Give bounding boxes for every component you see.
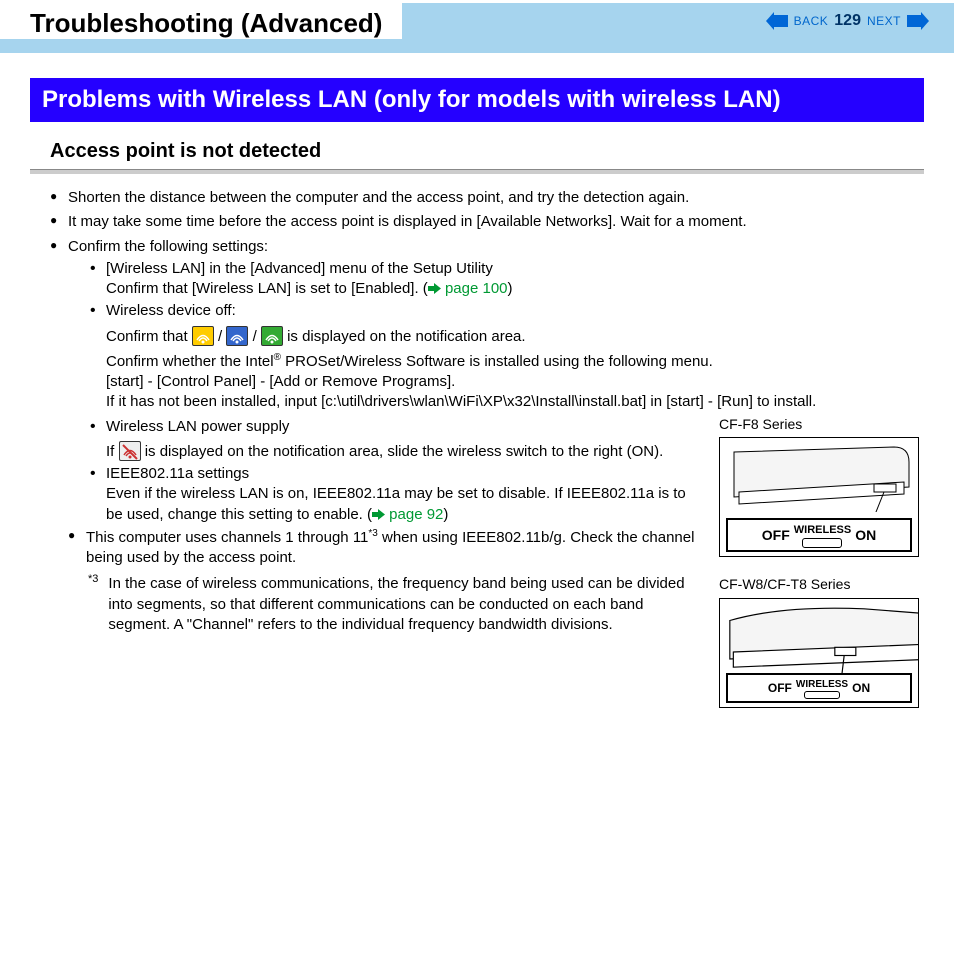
bullet-text: Confirm the following settings:	[68, 238, 268, 255]
bullet-text: This computer uses channels 1 through 11	[86, 529, 368, 546]
subsection-heading: Access point is not detected	[50, 140, 924, 163]
sub-text: Confirm whether the Intel	[106, 353, 274, 370]
page-link[interactable]: page 100	[441, 280, 508, 297]
bullet-item: Shorten the distance between the compute…	[50, 188, 924, 208]
footnote: *3 In the case of wireless communication…	[68, 574, 705, 635]
sub-text: Confirm that [Wireless LAN] is set to [E…	[106, 280, 428, 297]
footnote-mark: *3	[88, 572, 98, 633]
on-label: ON	[855, 526, 876, 545]
sub-item: IEEE802.11a settings Even if the wireles…	[90, 464, 705, 525]
sub-item: Wireless device off: Confirm that / / is…	[90, 301, 924, 412]
wifi-off-icon	[119, 441, 141, 461]
sub-text: If it has not been installed, input [c:\…	[106, 392, 924, 412]
footnote-text: In the case of wireless communications, …	[108, 574, 705, 635]
sub-text: )	[443, 506, 448, 523]
figure-cf-f8: OFF WIRELESS ON	[719, 437, 919, 557]
sub-text: Confirm that	[106, 328, 192, 345]
sub-text: )	[508, 280, 513, 297]
bullet-item: It may take some time before the access …	[50, 212, 924, 232]
back-arrow-icon[interactable]	[766, 12, 788, 30]
nav-strip: BACK 129 NEXT	[402, 3, 954, 39]
sub-text: Wireless device off:	[106, 302, 236, 319]
sub-text: IEEE802.11a settings	[106, 465, 249, 482]
on-label: ON	[852, 680, 870, 696]
section-banner: Problems with Wireless LAN (only for mod…	[30, 78, 924, 122]
divider	[30, 169, 924, 174]
figure-label: CF-F8 Series	[719, 415, 924, 434]
arrow-right-icon	[428, 280, 441, 291]
sub-text: is displayed on the notification area.	[287, 328, 525, 345]
bullet-item: This computer uses channels 1 through 11…	[68, 527, 705, 569]
page-link[interactable]: page 92	[385, 506, 443, 523]
arrow-right-icon	[372, 506, 385, 517]
sub-text: is displayed on the notification area, s…	[145, 443, 664, 460]
content-body: Shorten the distance between the compute…	[0, 188, 954, 760]
next-arrow-icon[interactable]	[907, 12, 929, 30]
registered-mark: ®	[274, 352, 281, 363]
page-number: 129	[834, 12, 861, 30]
off-label: OFF	[768, 680, 792, 696]
footnote-ref: *3	[368, 528, 377, 539]
wifi-green-icon	[261, 326, 283, 346]
next-link[interactable]: NEXT	[867, 14, 901, 28]
sub-text: [Wireless LAN] in the [Advanced] menu of…	[106, 260, 493, 277]
sub-text: Wireless LAN power supply	[106, 418, 289, 435]
wireless-label: WIRELESS	[796, 678, 848, 692]
page-title: Troubleshooting (Advanced)	[30, 8, 382, 39]
figure-cf-w8-t8: OFF WIRELESS ON	[719, 598, 919, 708]
sub-text: If	[106, 443, 119, 460]
sub-item: [Wireless LAN] in the [Advanced] menu of…	[90, 259, 924, 300]
figure-label: CF-W8/CF-T8 Series	[719, 575, 924, 594]
wifi-blue-icon	[226, 326, 248, 346]
sub-text: [start] - [Control Panel] - [Add or Remo…	[106, 372, 924, 392]
off-label: OFF	[762, 526, 790, 545]
sub-text: /	[218, 328, 226, 345]
wifi-yellow-icon	[192, 326, 214, 346]
back-link[interactable]: BACK	[794, 14, 829, 28]
sub-item: Wireless LAN power supply If is displaye…	[90, 417, 705, 463]
bullet-item: Confirm the following settings: [Wireles…	[50, 237, 924, 727]
sub-text: /	[253, 328, 261, 345]
sub-text: PROSet/Wireless Software is installed us…	[281, 353, 713, 370]
wireless-label: WIRELESS	[794, 523, 851, 538]
page-header: Troubleshooting (Advanced) BACK 129 NEXT	[0, 0, 954, 53]
